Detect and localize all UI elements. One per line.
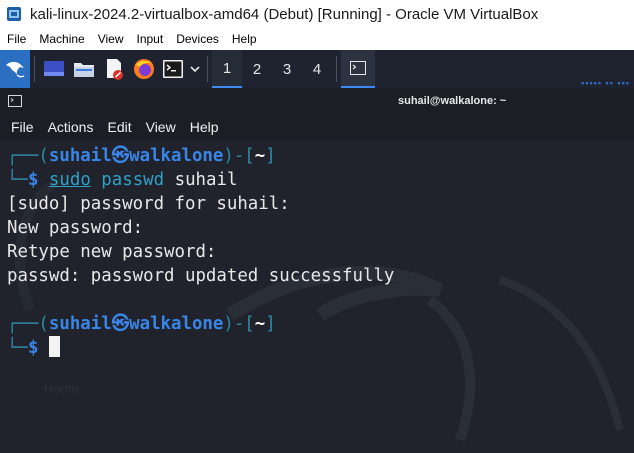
- workspace-2[interactable]: 2: [242, 50, 272, 88]
- firefox-button[interactable]: [131, 54, 157, 84]
- file-manager-button[interactable]: [71, 54, 97, 84]
- terminal-menu-actions[interactable]: Actions: [41, 114, 101, 140]
- output-line: Retype new password:: [7, 242, 217, 262]
- terminal-menu-view[interactable]: View: [139, 114, 183, 140]
- firefox-icon: [134, 59, 154, 79]
- virtualbox-menu-bar: File Machine View Input Devices Help: [0, 28, 634, 50]
- chevron-down-icon[interactable]: [190, 65, 200, 73]
- input-line[interactable]: └─$: [7, 336, 60, 360]
- terminal-window-title: suhail@walkalone: ~: [398, 95, 507, 107]
- terminal-menu-help[interactable]: Help: [183, 114, 226, 140]
- command-program: passwd: [101, 170, 165, 190]
- output-line: [sudo] password for suhail:: [7, 194, 290, 214]
- prompt-line-2: ┌──(suhail㉿walkalone)-[~]: [7, 314, 276, 334]
- panel-separator: [207, 56, 208, 82]
- file-manager-icon: [74, 63, 94, 77]
- terminal-icon: [350, 61, 366, 75]
- terminal-title-bar: suhail@walkalone: ~: [0, 88, 634, 114]
- show-desktop-button[interactable]: [41, 54, 67, 84]
- command-arg: suhail: [174, 170, 238, 190]
- command-sudo: sudo: [48, 170, 91, 190]
- terminal-menu-edit[interactable]: Edit: [100, 114, 138, 140]
- workspace-4[interactable]: 4: [302, 50, 332, 88]
- menu-view[interactable]: View: [91, 28, 130, 50]
- text-cursor: [48, 336, 60, 357]
- prompt-dir: ~: [254, 314, 266, 334]
- workspace-3[interactable]: 3: [272, 50, 302, 88]
- virtualbox-title-bar: kali-linux-2024.2-virtualbox-amd64 (Debu…: [0, 0, 634, 28]
- menu-devices[interactable]: Devices: [169, 28, 225, 50]
- prompt-host: walkalone: [129, 314, 224, 334]
- desktop-home-label: Home: [44, 381, 79, 396]
- screen: kali-linux-2024.2-virtualbox-amd64 (Debu…: [0, 0, 634, 453]
- kali-dragon-icon: [6, 61, 25, 78]
- menu-file[interactable]: File: [0, 28, 32, 50]
- tray-indicator: ▪▪▪▪▪ ▪▪ ▪▪▪: [581, 78, 630, 88]
- text-editor-button[interactable]: [101, 54, 127, 84]
- command-line: └─$ sudo passwd suhail: [7, 170, 238, 190]
- prompt-dir: ~: [254, 146, 266, 166]
- terminal-icon: [8, 95, 22, 107]
- menu-machine[interactable]: Machine: [32, 28, 90, 50]
- taskbar-terminal-window[interactable]: [341, 50, 375, 88]
- menu-help[interactable]: Help: [225, 28, 263, 50]
- window-title: kali-linux-2024.2-virtualbox-amd64 (Debu…: [30, 5, 539, 23]
- panel-separator: [34, 56, 35, 82]
- terminal-icon: [163, 60, 183, 78]
- show-desktop-icon: [44, 61, 64, 76]
- prompt-line-1: ┌──(suhail㉿walkalone)-[~]: [7, 146, 276, 166]
- output-line: passwd: password updated successfully: [7, 266, 395, 286]
- virtualbox-logo-icon: [7, 7, 21, 21]
- terminal-menu-bar: File Actions Edit View Help: [0, 114, 634, 140]
- system-tray: ▪▪▪▪▪ ▪▪ ▪▪▪: [564, 50, 634, 88]
- workspace-1[interactable]: 1: [212, 50, 242, 88]
- prompt-host: walkalone: [129, 146, 224, 166]
- prompt-symbol: $: [27, 338, 39, 358]
- output-line: New password:: [7, 218, 144, 238]
- text-editor-icon: [107, 59, 123, 80]
- terminal-output-area[interactable]: Home ┌──(suhail㉿walkalone)-[~] └─$ sudo …: [0, 140, 634, 453]
- prompt-symbol: $: [27, 170, 39, 190]
- prompt-user: suhail: [48, 314, 112, 334]
- prompt-user: suhail: [48, 146, 112, 166]
- terminal-button[interactable]: [161, 54, 201, 84]
- kali-menu-button[interactable]: [0, 50, 30, 88]
- terminal-menu-file[interactable]: File: [0, 114, 41, 140]
- kali-panel: 1 2 3 4 ▪▪▪▪▪ ▪▪ ▪▪▪: [0, 50, 634, 88]
- panel-separator: [336, 56, 337, 82]
- menu-input[interactable]: Input: [130, 28, 170, 50]
